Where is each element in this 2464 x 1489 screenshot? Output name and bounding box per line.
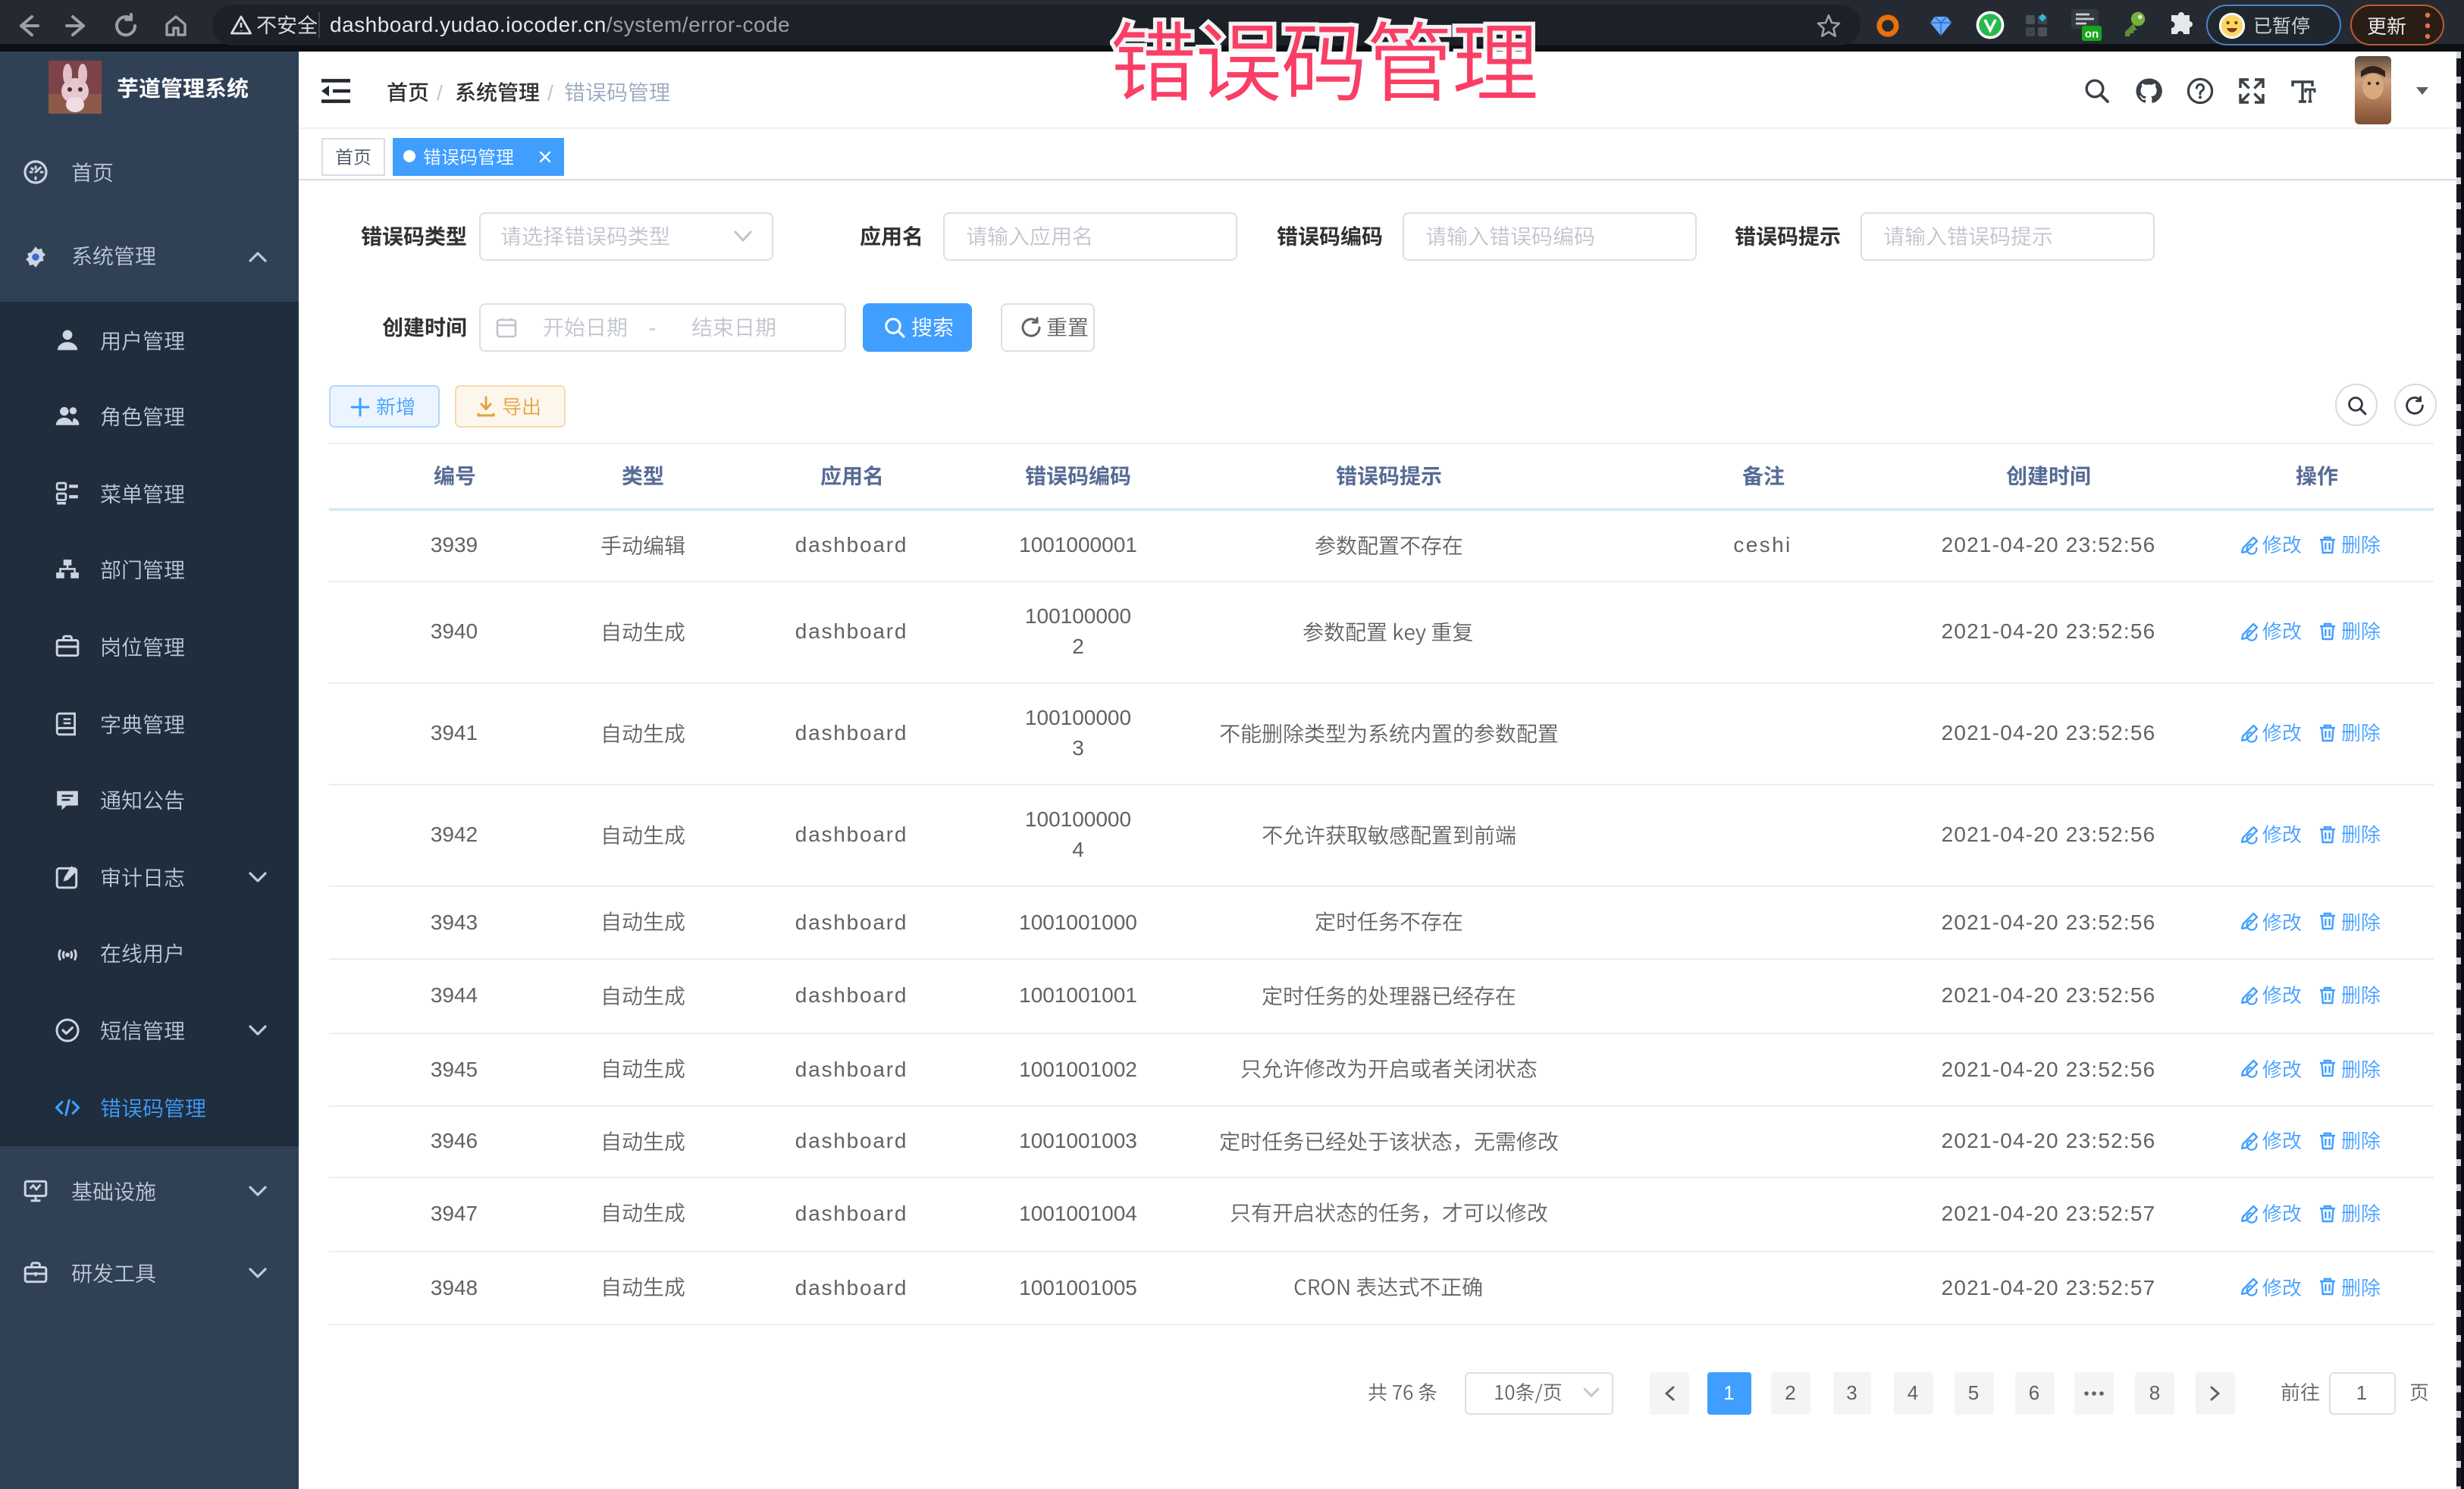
svg-text:on: on bbox=[2085, 28, 2099, 41]
